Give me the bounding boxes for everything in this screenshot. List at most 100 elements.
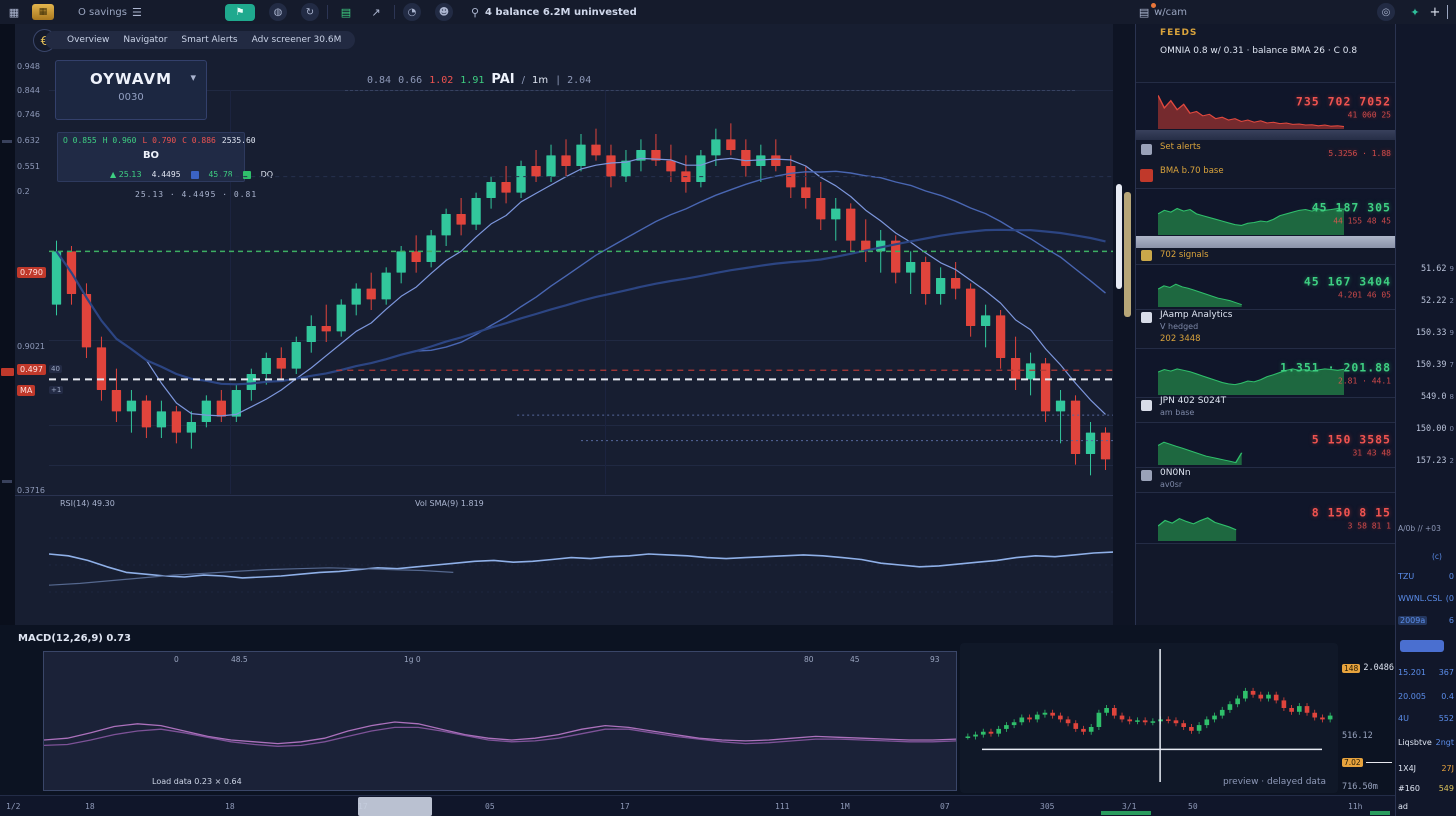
chart-tabbar: Overview Navigator Smart Alerts Adv scre… (45, 31, 355, 49)
left-mark (2, 480, 12, 483)
add-button[interactable]: + (1425, 4, 1445, 20)
chart-title: 0.84 0.66 1.02 1.91 PAI / 1m | 2.04 (367, 72, 591, 87)
ladder-row[interactable]: 150.397 (1396, 360, 1454, 370)
ladder-note: A/0b // +03 (1398, 524, 1441, 533)
candlestick-chart[interactable] (49, 94, 1113, 494)
ladder-row[interactable]: 52.222 (1396, 296, 1454, 306)
quote-link-row[interactable]: 20.0050.4 (1398, 692, 1454, 701)
quote-link-row[interactable]: WWNL.CSL(0 (1398, 594, 1454, 603)
scale-row: 516.12 (1342, 731, 1373, 741)
rsi-chart[interactable] (49, 511, 1113, 619)
load-label: Load data 0.23 × 0.64 (152, 777, 242, 786)
quote-link-row[interactable]: 15.201367 (1398, 668, 1454, 677)
watchlist-row[interactable]: 0N0Nn av0sr (1136, 468, 1424, 490)
watchlist-row[interactable]: JPN 402 S024T am base (1136, 396, 1424, 420)
scale-row: 1482.0486 (1342, 663, 1394, 673)
mini-candlestick-chart[interactable] (964, 645, 1334, 790)
ladder-row[interactable]: 51.629 (1396, 264, 1454, 274)
macd-tick: 0 (174, 655, 179, 664)
quote-link-row[interactable]: #160549 (1398, 784, 1454, 793)
watchlist-row[interactable]: 45 167 3404 4.201 46 05 (1136, 264, 1396, 310)
tab-navigator[interactable]: Navigator (123, 35, 167, 45)
ladder-row[interactable]: 150.000 (1396, 424, 1454, 434)
quote-link-row[interactable]: TZU0 (1398, 572, 1454, 581)
brand-logo-icon[interactable]: ▦ (32, 4, 54, 20)
quote-link-row[interactable]: Liqsbtve2ngt (1398, 738, 1454, 747)
price-line (1366, 762, 1392, 763)
axis-label: 0.2 (17, 187, 49, 196)
separator-bar-light (1136, 236, 1396, 248)
ladder-row[interactable]: 157.232 (1396, 456, 1454, 466)
green-marker (1101, 811, 1151, 815)
watchlist-row-gold[interactable]: 702 signals (1136, 250, 1420, 264)
separator-bar (1136, 130, 1396, 140)
row-subvalue: 2.81 · 44.1 (1280, 377, 1391, 386)
watchlist-row-gold[interactable]: 202 3448 (1136, 334, 1420, 348)
chevron-down-icon[interactable]: ▾ (190, 71, 196, 84)
title-underline (345, 90, 1075, 91)
scale-row: 7.02 (1342, 758, 1392, 767)
refresh-icon[interactable]: ↻ (301, 3, 319, 21)
watchlist-row[interactable]: Set alerts 5.3256 · 1.88 (1136, 142, 1396, 166)
quote-link-row[interactable]: ad (1398, 802, 1454, 811)
flag-button[interactable]: ⚑ (225, 4, 255, 21)
time-tick: 17 (620, 802, 630, 811)
watchlist-row[interactable]: 5 150 3585 31 43 48 (1136, 422, 1396, 468)
watchlist-row[interactable]: BMA b.70 base (1136, 166, 1396, 188)
blue-action-button[interactable] (1400, 640, 1444, 652)
avatar-icon[interactable]: ☻ (435, 3, 453, 21)
watchlist-row[interactable]: 45 187 305 44 155 48 45 (1136, 188, 1396, 238)
globe-icon[interactable]: ◔ (403, 3, 421, 21)
row-value: 45 187 305 (1312, 201, 1391, 215)
scrollbar-thumb-2[interactable] (1124, 192, 1131, 317)
axis-label: 0.551 (17, 162, 49, 171)
row-value: 735 702 7052 (1296, 95, 1391, 109)
time-tick: 1M (840, 802, 850, 811)
watchlist-row[interactable]: 8 150 8 15 3 58 81 1 (1136, 492, 1396, 544)
grid-icon[interactable]: ▦ (4, 4, 24, 20)
macd-panel[interactable]: 048.51g 0804593 Load data 0.23 × 0.64 (43, 651, 957, 791)
chart-icon[interactable]: ▤ (336, 4, 356, 20)
watchlist-row[interactable]: 1.351 · 201.88 2.81 · 44.1 (1136, 348, 1396, 398)
scrollbar-thumb[interactable] (1116, 184, 1122, 289)
row-subvalue: 3 58 81 1 (1312, 522, 1391, 531)
macd-tick: 80 (804, 655, 814, 664)
quote-link-row[interactable]: 2009a6 (1398, 616, 1454, 625)
macd-tick: 93 (930, 655, 940, 664)
share-icon[interactable]: ↗ (366, 4, 386, 20)
watchlist-header: FEEDS (1136, 28, 1420, 44)
chart-scroll-strip (1113, 24, 1135, 625)
settings-icon[interactable]: ◎ (1377, 3, 1395, 21)
tab-screener[interactable]: Adv screener 30.6M (252, 35, 342, 45)
mini-chart-panel[interactable]: preview · delayed data (960, 643, 1338, 793)
timeline-scrollbar-thumb[interactable] (358, 797, 432, 816)
axis-label: 0.844 (17, 86, 49, 95)
tab-overview[interactable]: Overview (67, 35, 109, 45)
row-label: JPN 402 S024T (1160, 396, 1420, 408)
time-tick: 11h (1348, 802, 1362, 811)
quote-link-row[interactable]: 4U552 (1398, 714, 1454, 723)
hamburger-icon[interactable]: ☰ (127, 4, 147, 20)
watchlist-row[interactable]: 735 702 7052 41 060 25 (1136, 82, 1396, 132)
axis-label: 0.948 (17, 62, 49, 71)
time-tick: 18 (225, 802, 235, 811)
tab-alerts[interactable]: Smart Alerts (181, 35, 237, 45)
stats-icon[interactable]: ▤ (1134, 4, 1154, 20)
pin-icon: ⚲ (465, 4, 485, 20)
bell-icon[interactable]: ◍ (269, 3, 287, 21)
scale-row: 716.50m (1342, 782, 1378, 792)
row-value: 5 150 3585 (1312, 433, 1391, 447)
timeframe-label[interactable]: 1m (532, 75, 548, 86)
main-chart-panel: 0.948 0.844 0.746 0.632 0.551 0.2 0.9021… (15, 24, 1136, 625)
leaf-icon[interactable]: ✦ (1405, 4, 1425, 20)
menu-label[interactable]: O savings (78, 7, 127, 18)
ladder-row[interactable]: 150.339 (1396, 328, 1454, 338)
ladder-row[interactable]: 549.08 (1396, 392, 1454, 402)
watchlist-row[interactable]: JAamp Analytics V hedged (1136, 310, 1424, 334)
time-tick: 50 (1188, 802, 1198, 811)
copyright-link[interactable]: (c) (1432, 552, 1442, 561)
time-tick: 1/2 (6, 802, 20, 811)
title-val: 0.66 (398, 75, 422, 86)
pair-sep: / (522, 75, 525, 86)
quote-link-row[interactable]: 1X4J27J (1398, 764, 1454, 773)
